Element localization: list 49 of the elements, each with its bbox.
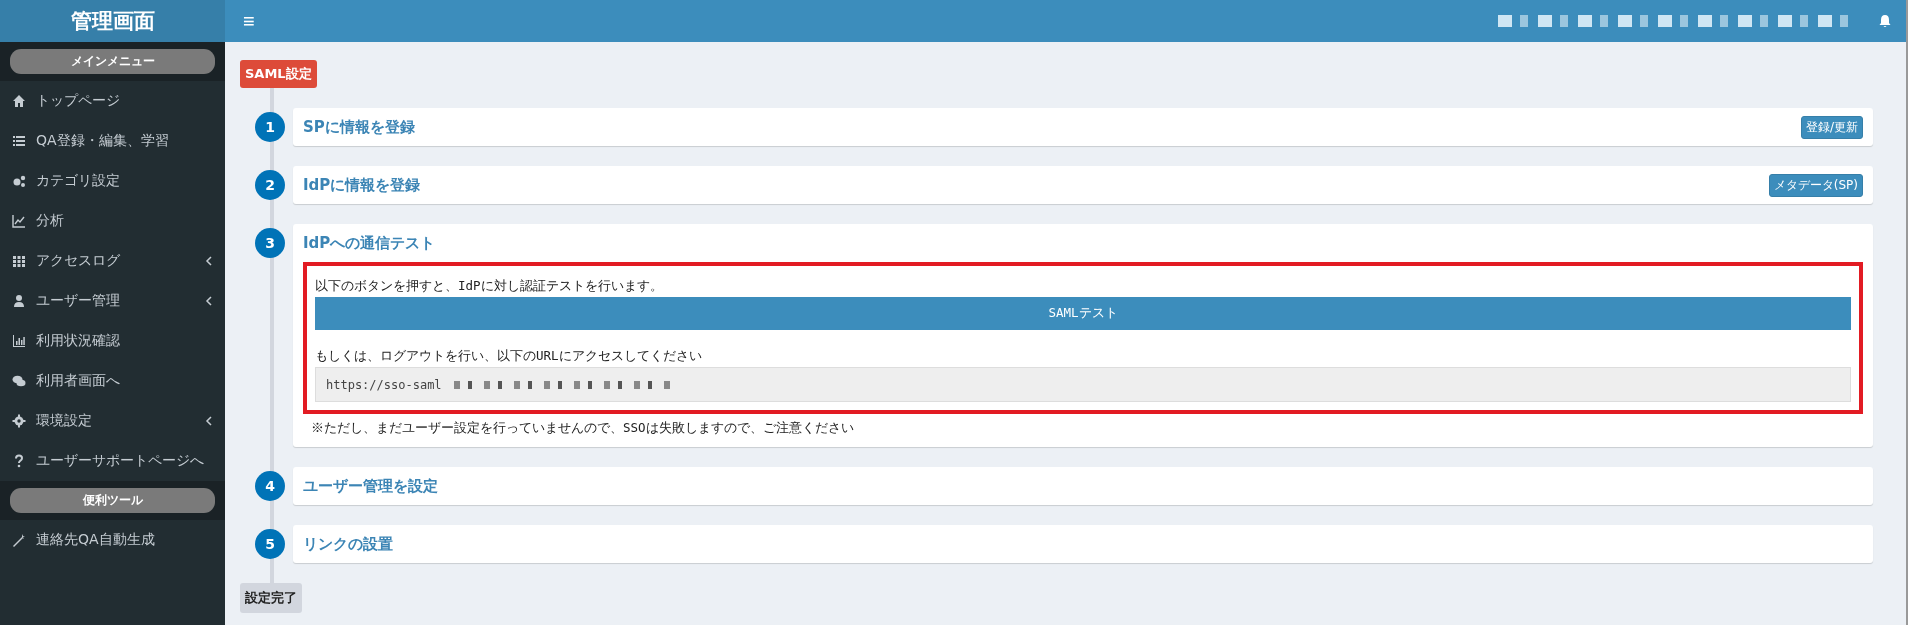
step-button[interactable]: 登録/更新 [1800,115,1863,139]
chevron-icon [205,416,213,426]
menu-button[interactable]: ≡ [239,11,259,31]
note-text: ※ただし、まだユーザー設定を行っていませんので、SSOは失敗しますので、ご注意ください [310,419,855,437]
bell-icon[interactable] [1878,14,1892,28]
saml-test-button[interactable]: SAMLテスト [315,297,1851,330]
sidebar-item[interactable]: カテゴリ設定 [0,161,225,201]
sidebar-item[interactable]: 連絡先QA自動生成 [0,520,225,560]
step-title: SPに情報を登録 [303,117,415,137]
menu-item-icon [12,334,26,348]
menu-section-heading: 便利ツール [10,488,215,513]
step-number: 5 [255,529,285,559]
instruction-text: 以下のボタンを押すと、IdPに対し認証テストを行います。 [315,278,664,295]
sidebar-item[interactable]: アクセスログ [0,241,225,281]
chevron-icon [205,256,213,266]
step-button[interactable]: メタデータ(SP) [1768,173,1863,197]
finish-badge: 設定完了 [240,583,302,613]
sidebar-item[interactable]: 分析 [0,201,225,241]
sidebar-item[interactable]: ユーザー管理 [0,281,225,321]
menu-item-icon [12,454,26,468]
step-number: 2 [255,170,285,200]
url-field[interactable]: https://sso-saml [315,367,1851,402]
menu-item-icon [12,294,26,308]
menu-item-icon [12,374,26,388]
sidebar-item[interactable]: トップページ [0,81,225,121]
menu-item-icon [12,174,26,188]
menu-item-icon [12,533,26,547]
sidebar-item[interactable]: QA登録・編集、学習 [0,121,225,161]
instruction-text: もしくは、ログアウトを行い、以下のURLにアクセスしてください [315,348,703,365]
chevron-icon [205,296,213,306]
app-title: 管理画面 [0,0,225,42]
sidebar-item[interactable]: 利用状況確認 [0,321,225,361]
sidebar-item[interactable]: 利用者画面へ [0,361,225,401]
step-number: 4 [255,471,285,501]
step-title: IdPへの通信テスト [303,233,436,253]
menu-item-icon [12,134,26,148]
menu-section-heading: メインメニュー [10,49,215,74]
sidebar-item[interactable]: 環境設定 [0,401,225,441]
menu-item-icon [12,94,26,108]
step-number: 3 [255,228,285,258]
step-title: ユーザー管理を設定 [303,476,438,496]
step-number: 1 [255,112,285,142]
page-badge: SAML設定 [240,60,317,88]
menu-item-icon [12,414,26,428]
menu-item-icon [12,254,26,268]
step-title: リンクの設置 [303,534,393,554]
step-title: IdPに情報を登録 [303,175,421,195]
menu-item-icon [12,214,26,228]
sidebar-item[interactable]: ユーザーサポートページへ [0,441,225,481]
